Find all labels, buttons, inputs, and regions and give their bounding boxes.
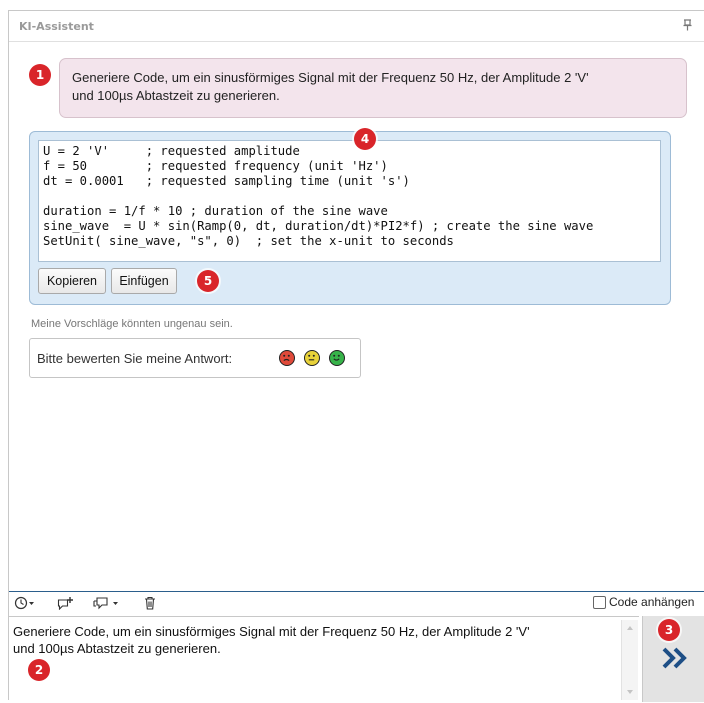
copy-button[interactable]: Kopieren — [38, 268, 106, 294]
callout-badge: 4 — [354, 128, 376, 150]
code-block[interactable]: U = 2 'V' ; requested amplitude f = 50 ; … — [38, 140, 661, 262]
code-line: U = 2 'V' ; requested amplitude — [43, 144, 300, 158]
user-message-line: und 100µs Abtastzeit zu generieren. — [72, 88, 280, 103]
ki-assistant-panel: KI-Assistent 1 Generiere Code, um ein si… — [8, 10, 704, 702]
prompt-input-line: Generiere Code, um ein sinusförmiges Sig… — [13, 624, 530, 639]
callout-badge: 3 — [658, 619, 680, 641]
code-line: sine_wave = U * sin(Ramp(0, dt, duration… — [43, 219, 594, 233]
user-message-bubble: Generiere Code, um ein sinusförmiges Sig… — [59, 58, 687, 118]
prompt-input[interactable]: Generiere Code, um ein sinusförmiges Sig… — [9, 616, 639, 702]
new-chat-icon[interactable] — [57, 596, 75, 614]
pin-icon[interactable] — [683, 19, 692, 34]
input-panel: Code anhängen Generiere Code, um ein sin… — [9, 591, 704, 702]
prompt-input-line: und 100µs Abtastzeit zu generieren. — [13, 641, 221, 656]
user-message-line: Generiere Code, um ein sinusförmiges Sig… — [72, 70, 589, 85]
panel-title: KI-Assistent — [19, 20, 94, 33]
send-icon — [661, 646, 689, 675]
code-line: SetUnit( sine_wave, "s", 0) ; set the x-… — [43, 234, 454, 248]
sad-face-icon[interactable] — [279, 350, 295, 366]
input-scrollbar[interactable] — [621, 620, 638, 700]
attach-code-label: Code anhängen — [609, 595, 695, 609]
callout-badge: 5 — [197, 270, 219, 292]
insert-button[interactable]: Einfügen — [111, 268, 177, 294]
rating-label: Bitte bewerten Sie meine Antwort: — [37, 351, 233, 366]
history-icon[interactable] — [14, 596, 36, 614]
happy-face-icon[interactable] — [329, 350, 345, 366]
chat-options-icon[interactable] — [93, 596, 121, 614]
code-line: ​ — [43, 189, 656, 204]
disclaimer-text: Meine Vorschläge könnten ungenau sein. — [31, 318, 233, 330]
callout-badge: 1 — [29, 64, 51, 86]
rating-box: Bitte bewerten Sie meine Antwort: — [29, 338, 361, 378]
code-line: f = 50 ; requested frequency (unit 'Hz') — [43, 159, 388, 173]
code-line: duration = 1/f * 10 ; duration of the si… — [43, 204, 388, 218]
panel-titlebar: KI-Assistent — [9, 11, 704, 42]
code-line: dt = 0.0001 ; requested sampling time (u… — [43, 174, 410, 188]
assistant-code-response: U = 2 'V' ; requested amplitude f = 50 ; … — [29, 131, 671, 305]
delete-icon[interactable] — [144, 596, 156, 614]
callout-badge: 2 — [28, 659, 50, 681]
neutral-face-icon[interactable] — [304, 350, 320, 366]
attach-code-checkbox[interactable] — [593, 596, 606, 609]
